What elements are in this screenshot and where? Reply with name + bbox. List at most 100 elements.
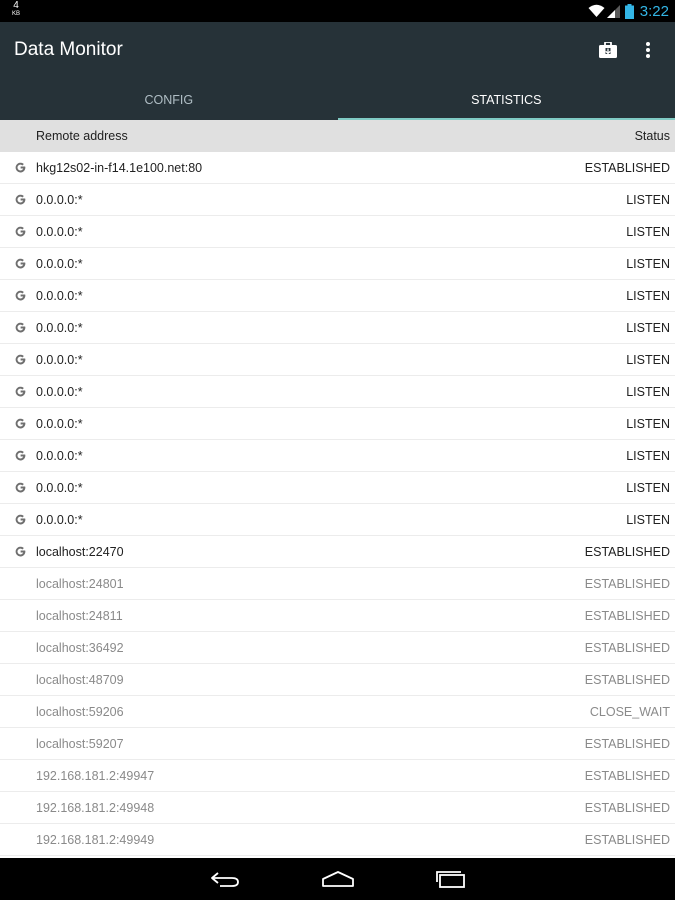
remote-address: 0.0.0.0:*: [36, 321, 83, 335]
remote-address: hkg12s02-in-f14.1e100.net:80: [36, 161, 203, 175]
connection-status: LISTEN: [626, 289, 670, 303]
column-header-status: Status: [634, 129, 670, 143]
google-icon: [14, 193, 27, 206]
table-row[interactable]: localhost:59207 ESTABLISHED: [0, 728, 675, 760]
connection-status: ESTABLISHED: [584, 801, 670, 815]
connection-status: LISTEN: [626, 481, 670, 495]
tab-config[interactable]: CONFIG: [0, 80, 338, 120]
remote-address: 0.0.0.0:*: [36, 257, 83, 271]
connection-status: CLOSE_WAIT: [589, 705, 670, 719]
remote-address: localhost:22470: [36, 545, 124, 559]
navigation-bar: [0, 858, 675, 900]
battery-icon: [624, 3, 634, 19]
status-bar: 4 KB 3:22: [0, 0, 675, 22]
remote-address: localhost:59207: [36, 737, 124, 751]
remote-address: 0.0.0.0:*: [36, 225, 83, 239]
cell-signal-icon: [606, 4, 620, 18]
remote-address: 0.0.0.0:*: [36, 385, 83, 399]
connection-status: LISTEN: [626, 257, 670, 271]
connection-status: LISTEN: [626, 385, 670, 399]
google-icon: [14, 545, 27, 558]
remote-address: 192.168.181.2:49947: [36, 769, 155, 783]
remote-address: 0.0.0.0:*: [36, 417, 83, 431]
table-row[interactable]: localhost:59206 CLOSE_WAIT: [0, 696, 675, 728]
connection-status: LISTEN: [626, 353, 670, 367]
remote-address: 0.0.0.0:*: [36, 193, 83, 207]
table-row[interactable]: localhost:36492 ESTABLISHED: [0, 632, 675, 664]
google-icon: [14, 513, 27, 526]
connection-status: LISTEN: [626, 449, 670, 463]
connection-status: ESTABLISHED: [584, 641, 670, 655]
google-icon: [14, 385, 27, 398]
connection-status: ESTABLISHED: [584, 577, 670, 591]
connection-status: ESTABLISHED: [584, 545, 670, 559]
tab-statistics[interactable]: STATISTICS: [337, 80, 675, 120]
google-icon: [14, 481, 27, 494]
table-row[interactable]: localhost:22470 ESTABLISHED: [0, 536, 675, 568]
table-row[interactable]: 0.0.0.0:* LISTEN: [0, 184, 675, 216]
connection-status: LISTEN: [626, 225, 670, 239]
back-icon[interactable]: [205, 866, 245, 892]
table-row[interactable]: 0.0.0.0:* LISTEN: [0, 440, 675, 472]
table-row[interactable]: 0.0.0.0:* LISTEN: [0, 216, 675, 248]
connection-status: ESTABLISHED: [584, 609, 670, 623]
recents-icon[interactable]: [431, 866, 471, 892]
table-row[interactable]: 192.168.181.2:49948 ESTABLISHED: [0, 792, 675, 824]
app-bar: Data Monitor CONFIG STATISTICS: [0, 22, 675, 120]
table-row[interactable]: 192.168.181.2:49949 ESTABLISHED: [0, 824, 675, 856]
remote-address: localhost:59206: [36, 705, 124, 719]
table-row[interactable]: localhost:24811 ESTABLISHED: [0, 600, 675, 632]
clock: 3:22: [639, 2, 669, 20]
table-row[interactable]: 0.0.0.0:* LISTEN: [0, 408, 675, 440]
remote-address: localhost:36492: [36, 641, 124, 655]
google-icon: [14, 289, 27, 302]
google-icon: [14, 449, 27, 462]
remote-address: 0.0.0.0:*: [36, 353, 83, 367]
google-icon: [14, 257, 27, 270]
table-row[interactable]: 0.0.0.0:* LISTEN: [0, 376, 675, 408]
tab-config-label: CONFIG: [144, 93, 194, 107]
table-row[interactable]: 0.0.0.0:* LISTEN: [0, 472, 675, 504]
connection-status: LISTEN: [626, 193, 670, 207]
connection-status: ESTABLISHED: [584, 161, 670, 175]
google-icon: [14, 353, 27, 366]
network-speed-indicator: 4 KB: [12, 1, 20, 19]
column-header-remote-address: Remote address: [36, 129, 128, 143]
app-title: Data Monitor: [14, 39, 123, 60]
remote-address: localhost:48709: [36, 673, 124, 687]
table-row[interactable]: 192.168.181.2:49947 ESTABLISHED: [0, 760, 675, 792]
google-icon: [14, 161, 27, 174]
home-icon[interactable]: [318, 866, 358, 892]
remote-address: 0.0.0.0:*: [36, 481, 83, 495]
remote-address: localhost:24801: [36, 577, 124, 591]
tab-bar: CONFIG STATISTICS: [0, 80, 675, 120]
network-speed-value: 4: [13, 0, 19, 11]
connection-list: hkg12s02-in-f14.1e100.net:80 ESTABLISHED 0…: [0, 152, 675, 856]
connection-status: ESTABLISHED: [584, 769, 670, 783]
remote-address: 192.168.181.2:49948: [36, 801, 155, 815]
google-icon: [14, 417, 27, 430]
remote-address: localhost:24811: [36, 609, 123, 623]
table-header: Remote address Status: [0, 120, 675, 152]
google-icon: [14, 321, 27, 334]
connection-status: ESTABLISHED: [584, 833, 670, 847]
connection-status: LISTEN: [626, 321, 670, 335]
google-icon: [14, 225, 27, 238]
table-row[interactable]: localhost:24801 ESTABLISHED: [0, 568, 675, 600]
briefcase-icon[interactable]: [596, 38, 620, 62]
table-row[interactable]: localhost:48709 ESTABLISHED: [0, 664, 675, 696]
table-row[interactable]: hkg12s02-in-f14.1e100.net:80 ESTABLISHED: [0, 152, 675, 184]
table-row[interactable]: 0.0.0.0:* LISTEN: [0, 280, 675, 312]
wifi-icon: [588, 4, 605, 18]
remote-address: 192.168.181.2:49949: [36, 833, 155, 847]
table-row[interactable]: 0.0.0.0:* LISTEN: [0, 312, 675, 344]
remote-address: 0.0.0.0:*: [36, 513, 83, 527]
table-row[interactable]: 0.0.0.0:* LISTEN: [0, 248, 675, 280]
remote-address: 0.0.0.0:*: [36, 449, 83, 463]
tab-statistics-label: STATISTICS: [471, 93, 542, 107]
network-speed-unit: KB: [12, 11, 21, 17]
table-row[interactable]: 0.0.0.0:* LISTEN: [0, 504, 675, 536]
table-row[interactable]: 0.0.0.0:* LISTEN: [0, 344, 675, 376]
connection-status: ESTABLISHED: [584, 673, 670, 687]
overflow-menu-icon[interactable]: [636, 38, 660, 62]
